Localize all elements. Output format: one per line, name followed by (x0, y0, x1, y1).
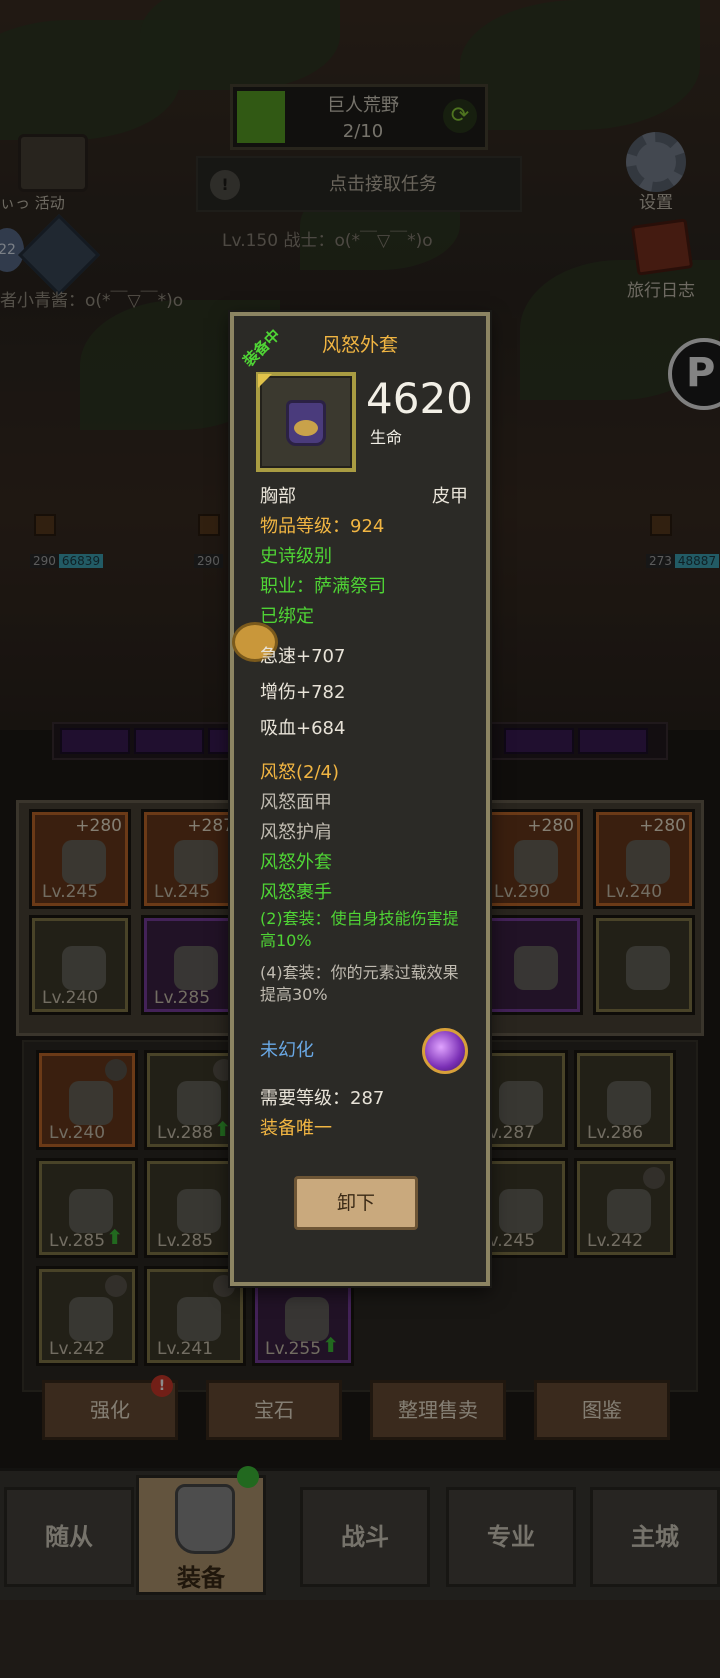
set-piece: 风怒面甲 (260, 792, 332, 813)
set-piece: 风怒裹手 (260, 882, 332, 903)
main-stat-value: 4620 (366, 374, 473, 423)
item-rarity: 史诗级别 (260, 546, 332, 567)
armor-type: 皮甲 (432, 486, 468, 507)
item-level: 物品等级：924 (260, 516, 385, 537)
item-tooltip: 装备中 风怒外套 4620 生命 胸部 皮甲 物品等级：924 史诗级别 职业：… (230, 312, 490, 1286)
set-title: 风怒(2/4) (260, 762, 340, 783)
item-name: 风怒外套 (321, 334, 398, 356)
main-stat-label: 生命 (370, 428, 403, 447)
required-level: 需要等级：287 (260, 1088, 385, 1109)
item-slot-type: 胸部 (260, 486, 296, 507)
set-piece: 风怒外套 (260, 852, 332, 873)
unequip-button[interactable]: 卸下 (294, 1176, 418, 1230)
transmog-status: 未幻化 (260, 1040, 314, 1061)
stat-damage: 增伤+782 (260, 682, 346, 703)
set-piece: 风怒护肩 (260, 822, 332, 843)
stat-haste: 急速+707 (260, 646, 346, 667)
frame-corner (258, 374, 272, 388)
transmog-orb-icon[interactable] (422, 1028, 468, 1074)
set-bonus-4: (4)套装：你的元素过载效果提高30% (260, 963, 459, 1004)
unique-equip: 装备唯一 (260, 1118, 332, 1139)
set-bonus-2: (2)套装：使自身技能伤害提高10% (260, 909, 459, 950)
item-class: 职业：萨满祭司 (260, 576, 386, 597)
coat-emblem (294, 420, 318, 436)
item-icon-frame (256, 372, 356, 472)
item-bound: 已绑定 (260, 606, 314, 627)
stat-lifesteal: 吸血+684 (260, 718, 346, 739)
